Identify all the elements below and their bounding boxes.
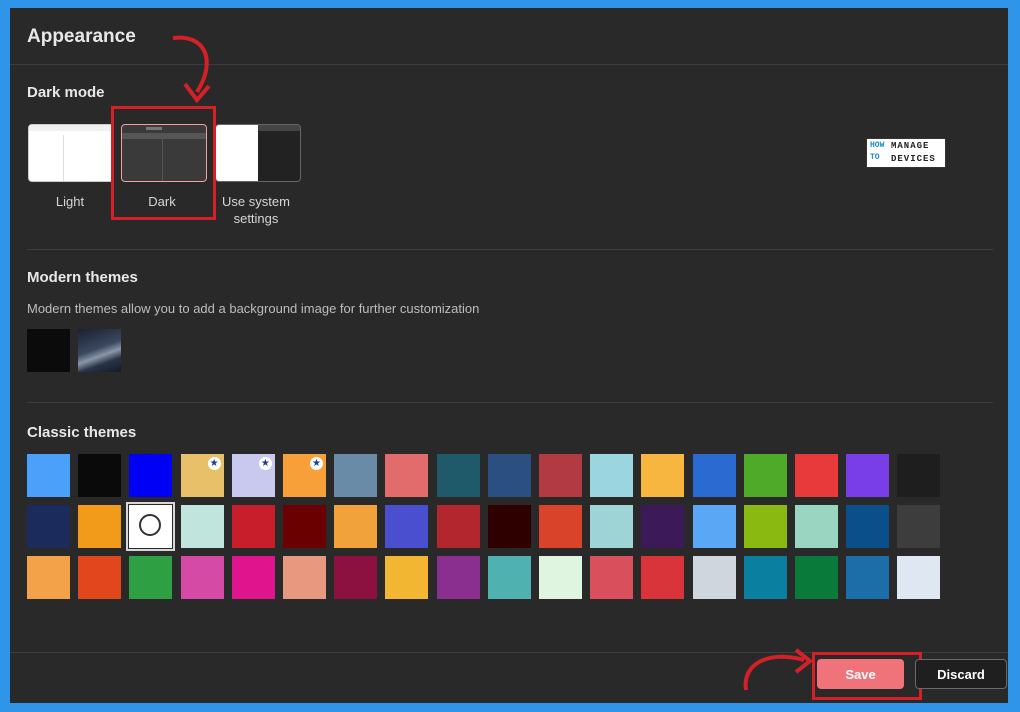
classic-theme-swatch[interactable] [231,505,275,548]
classic-theme-swatch[interactable] [692,556,736,599]
classic-theme-swatch[interactable] [385,505,429,548]
classic-theme-swatch[interactable] [283,556,326,599]
cat-face-icon [139,514,162,536]
modern-themes-divider [27,402,993,403]
classic-theme-swatch[interactable] [334,454,378,497]
classic-theme-swatch[interactable]: ★ [283,454,326,497]
classic-theme-swatch[interactable] [743,556,787,599]
classic-theme-swatch[interactable] [590,556,634,599]
classic-themes-title: Classic themes [27,424,137,441]
classic-theme-swatch[interactable] [641,505,685,548]
light-mode-option[interactable] [28,124,114,182]
classic-theme-swatch[interactable] [795,454,838,497]
star-badge-icon: ★ [207,457,221,470]
classic-theme-swatch[interactable] [846,556,890,599]
classic-theme-swatch[interactable] [436,505,480,548]
classic-theme-swatch[interactable] [385,454,429,497]
classic-theme-swatch[interactable] [590,454,634,497]
classic-theme-swatch[interactable] [436,454,480,497]
classic-theme-swatch[interactable] [334,556,378,599]
classic-theme-swatch[interactable]: ★ [231,454,275,497]
save-button[interactable]: Save [817,659,904,689]
logo-text-3: MANAGE [891,141,930,151]
classic-theme-swatch[interactable] [129,454,173,497]
classic-theme-swatch[interactable] [78,556,122,599]
classic-theme-swatch[interactable] [641,556,685,599]
classic-theme-swatch[interactable] [692,454,736,497]
classic-theme-swatch[interactable]: ★ [180,454,224,497]
annotation-arrow-bottom [743,648,814,691]
dark-mode-option[interactable] [121,124,207,182]
how-to-manage-devices-logo: HOW TO MANAGE DEVICES [866,138,946,168]
classic-theme-swatch[interactable] [487,505,531,548]
classic-theme-swatch-selected[interactable] [126,502,176,551]
classic-theme-swatch[interactable] [795,556,838,599]
classic-theme-swatch[interactable] [590,505,634,548]
system-mode-label: Use system settings [222,194,290,226]
classic-theme-swatch[interactable] [897,556,941,599]
classic-theme-swatch[interactable] [539,556,582,599]
classic-theme-swatch[interactable] [846,505,890,548]
header-divider [10,64,1008,65]
modern-theme-black[interactable] [27,329,70,372]
classic-theme-swatch[interactable] [539,454,582,497]
star-badge-icon: ★ [258,457,272,470]
classic-theme-swatch[interactable] [231,556,275,599]
footer-divider [10,652,1008,653]
classic-theme-swatch[interactable] [539,505,582,548]
classic-theme-swatch[interactable] [334,505,378,548]
classic-theme-swatch[interactable] [846,454,890,497]
classic-theme-swatch[interactable] [641,454,685,497]
classic-theme-swatch[interactable] [385,556,429,599]
classic-theme-swatch[interactable] [27,505,70,548]
classic-theme-swatch[interactable] [897,505,941,548]
page-title: Appearance [27,26,136,47]
classic-theme-swatch[interactable] [436,556,480,599]
classic-theme-swatch[interactable] [78,505,122,548]
modern-theme-dunes[interactable] [78,329,121,372]
modern-themes-description: Modern themes allow you to add a backgro… [27,301,480,316]
classic-theme-swatch[interactable] [743,454,787,497]
light-mode-label: Light [55,194,85,209]
annotation-arrow-top [172,35,211,104]
classic-theme-swatch[interactable] [795,505,838,548]
system-mode-option[interactable] [215,124,301,182]
classic-theme-swatch[interactable] [743,505,787,548]
classic-theme-swatch[interactable] [78,454,122,497]
logo-text-1: HOW [870,141,885,150]
discard-button[interactable]: Discard [915,659,1007,689]
dark-mode-label: Dark [148,194,176,209]
classic-theme-swatch[interactable] [180,505,224,548]
dark-mode-divider [27,249,993,250]
classic-theme-swatch[interactable] [283,505,326,548]
classic-theme-swatch[interactable] [129,556,173,599]
logo-text-2: TO [870,153,880,162]
classic-theme-swatch[interactable] [180,556,224,599]
classic-theme-swatch[interactable] [897,454,941,497]
classic-theme-swatch[interactable] [487,454,531,497]
classic-theme-swatch[interactable] [27,556,70,599]
classic-theme-swatch[interactable] [692,505,736,548]
appearance-panel: Appearance Dark mode Light Dark Use syst… [10,8,1008,703]
modern-themes-title: Modern themes [27,269,138,286]
classic-theme-swatch[interactable] [487,556,531,599]
dark-mode-title: Dark mode [27,84,105,101]
classic-theme-swatch[interactable] [27,454,70,497]
logo-text-4: DEVICES [891,154,936,164]
star-badge-icon: ★ [310,457,323,470]
